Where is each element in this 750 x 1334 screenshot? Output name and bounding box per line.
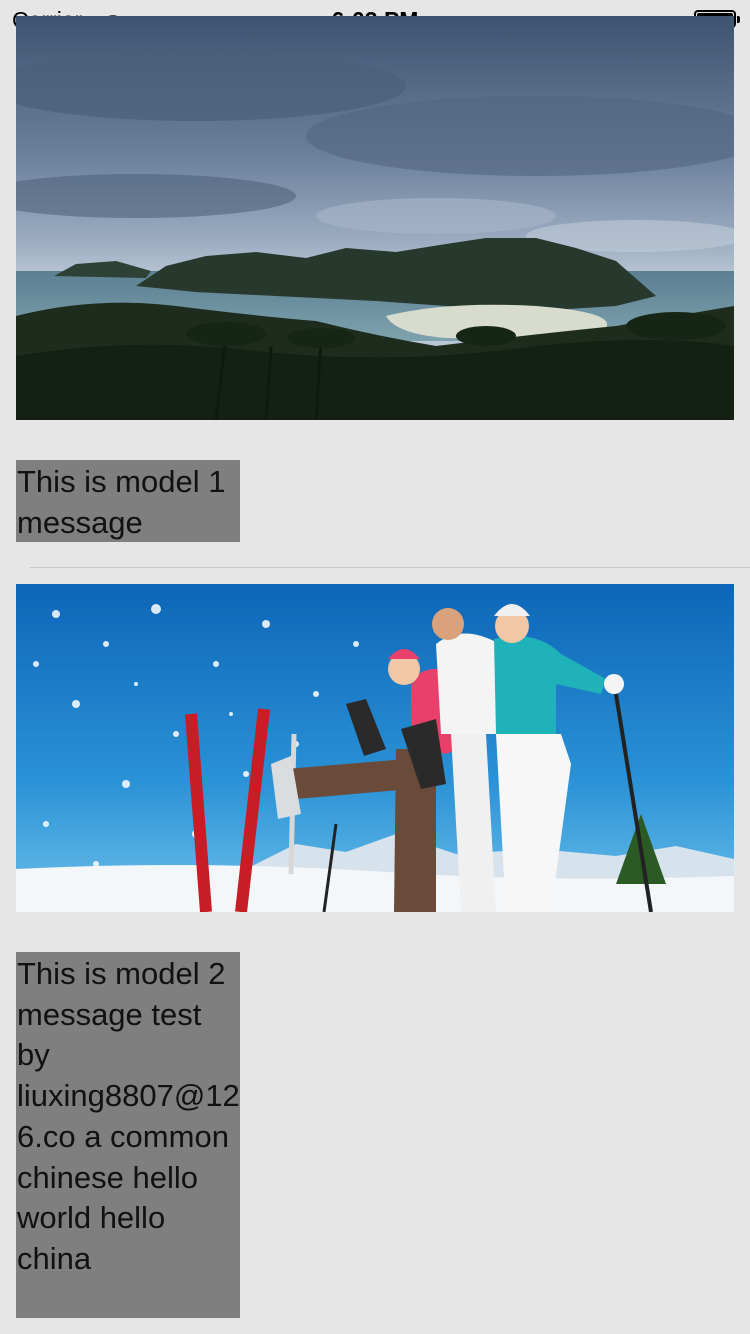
table-row[interactable]: This is model 1 message xyxy=(0,0,750,567)
island-photo xyxy=(16,16,734,420)
table-row[interactable]: This is model 2 message test by liuxing8… xyxy=(0,568,750,1334)
message-label: This is model 2 message test by liuxing8… xyxy=(16,952,240,1318)
message-label: This is model 1 message xyxy=(16,460,240,542)
skiers-photo xyxy=(16,584,734,912)
